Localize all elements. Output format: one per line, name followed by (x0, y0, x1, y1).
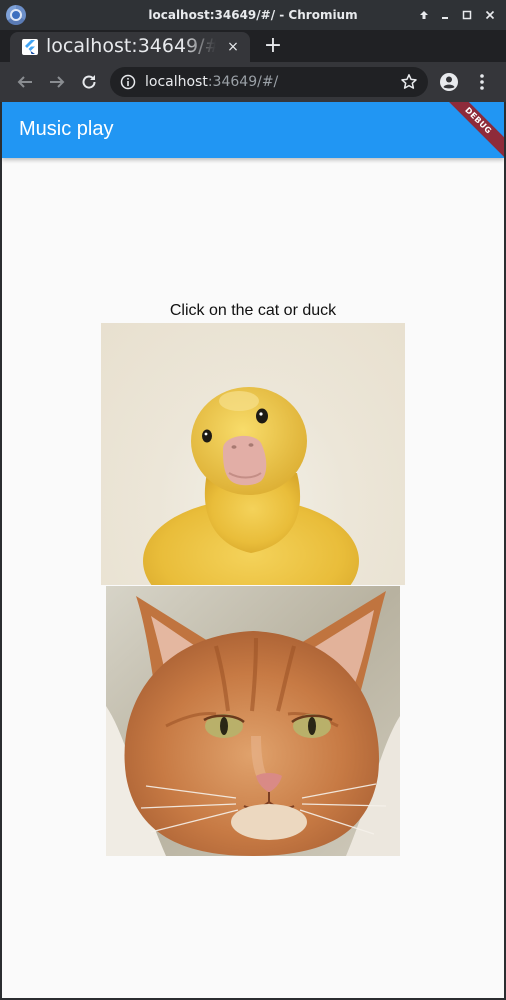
window-minimize-button[interactable] (434, 6, 456, 24)
close-icon (485, 10, 495, 20)
address-bar[interactable]: localhost:34649/#/ (110, 67, 428, 97)
minimize-icon (442, 17, 448, 19)
reload-icon (82, 75, 96, 89)
account-circle-icon (440, 73, 458, 91)
arrow-up-icon (420, 11, 428, 19)
star-icon[interactable] (400, 73, 418, 91)
url-path: :34649/#/ (207, 74, 279, 90)
url-text[interactable]: localhost:34649/#/ (145, 74, 278, 90)
kebab-menu-icon (480, 74, 484, 90)
maximize-icon (462, 10, 472, 20)
window-close-button[interactable] (479, 6, 501, 24)
window-maximize-button[interactable] (456, 6, 478, 24)
arrow-left-icon (17, 76, 32, 88)
reload-button[interactable] (77, 70, 101, 94)
cat-illustration (106, 586, 400, 856)
page-viewport: Music play DEBUG Click on the cat or duc… (2, 102, 504, 998)
app-title: Music play (19, 118, 114, 140)
duck-image[interactable] (101, 323, 405, 585)
window-keep-above-button[interactable] (413, 6, 435, 24)
tab-title: localhost:34649/#/ (46, 35, 216, 57)
window-titlebar: localhost:34649/#/ - Chromium (0, 0, 506, 30)
arrow-right-icon (50, 76, 65, 88)
duckling-illustration (143, 387, 359, 585)
flutter-favicon-icon (22, 39, 38, 55)
browser-toolbar: localhost:34649/#/ (0, 62, 506, 102)
cat-image[interactable] (106, 586, 400, 856)
browser-menu-button[interactable] (470, 70, 494, 94)
new-tab-button[interactable]: + (262, 35, 284, 58)
tab-localhost[interactable]: localhost:34649/#/ × (10, 32, 250, 62)
forward-button[interactable] (45, 70, 69, 94)
profile-button[interactable] (437, 70, 461, 94)
tab-strip: localhost:34649/#/ × + (0, 30, 506, 62)
window-border-left (0, 102, 2, 1000)
url-host: localhost (145, 74, 208, 90)
app-bar: Music play (2, 102, 504, 158)
instruction-text: Click on the cat or duck (169, 302, 337, 319)
tab-close-button[interactable]: × (224, 38, 242, 56)
back-button[interactable] (13, 70, 37, 94)
info-icon[interactable] (120, 74, 136, 90)
